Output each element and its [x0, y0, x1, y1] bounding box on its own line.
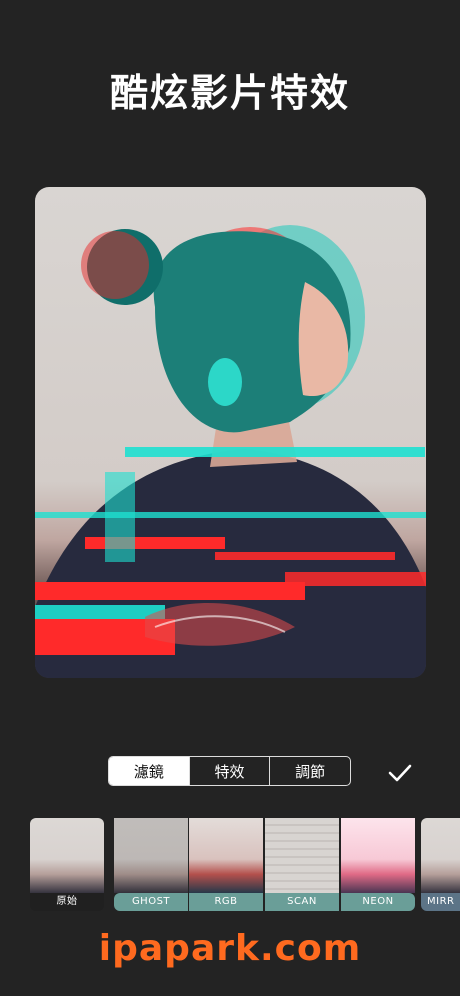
filter-label: RGB: [189, 893, 263, 911]
filter-label: NEON: [341, 893, 415, 911]
filter-thumbnail: [30, 818, 104, 893]
effect-preview-image: [35, 187, 426, 678]
tab-adjust[interactable]: 調節: [270, 757, 350, 785]
filter-neon[interactable]: NEON: [341, 818, 415, 911]
edit-mode-tabs: 濾鏡 特效 調節: [108, 756, 351, 786]
page-title: 酷炫影片特效: [109, 71, 350, 115]
filter-rgb[interactable]: RGB: [189, 818, 263, 911]
filter-ghost[interactable]: GHOST: [114, 818, 188, 911]
filter-mirror[interactable]: MIRR: [421, 818, 460, 911]
filter-thumbnail: [189, 818, 263, 893]
filter-thumbnail: [421, 818, 460, 893]
tab-effects[interactable]: 特效: [190, 757, 271, 785]
filter-strip: 原始 GHOST RGB SCAN NEON MIRR: [0, 818, 460, 911]
filter-thumbnail: [114, 818, 188, 893]
filter-label: GHOST: [114, 893, 188, 911]
filter-thumbnail: [265, 818, 339, 893]
watermark: ipapark.com: [98, 928, 362, 969]
filter-original[interactable]: 原始: [30, 818, 104, 911]
filter-thumbnail: [341, 818, 415, 893]
filter-scan[interactable]: SCAN: [265, 818, 339, 911]
filter-label: 原始: [30, 893, 104, 911]
tab-filter[interactable]: 濾鏡: [109, 757, 190, 785]
filter-label: MIRR: [421, 893, 460, 911]
confirm-button[interactable]: [386, 759, 414, 787]
checkmark-icon: [388, 764, 412, 782]
filter-label: SCAN: [265, 893, 339, 911]
